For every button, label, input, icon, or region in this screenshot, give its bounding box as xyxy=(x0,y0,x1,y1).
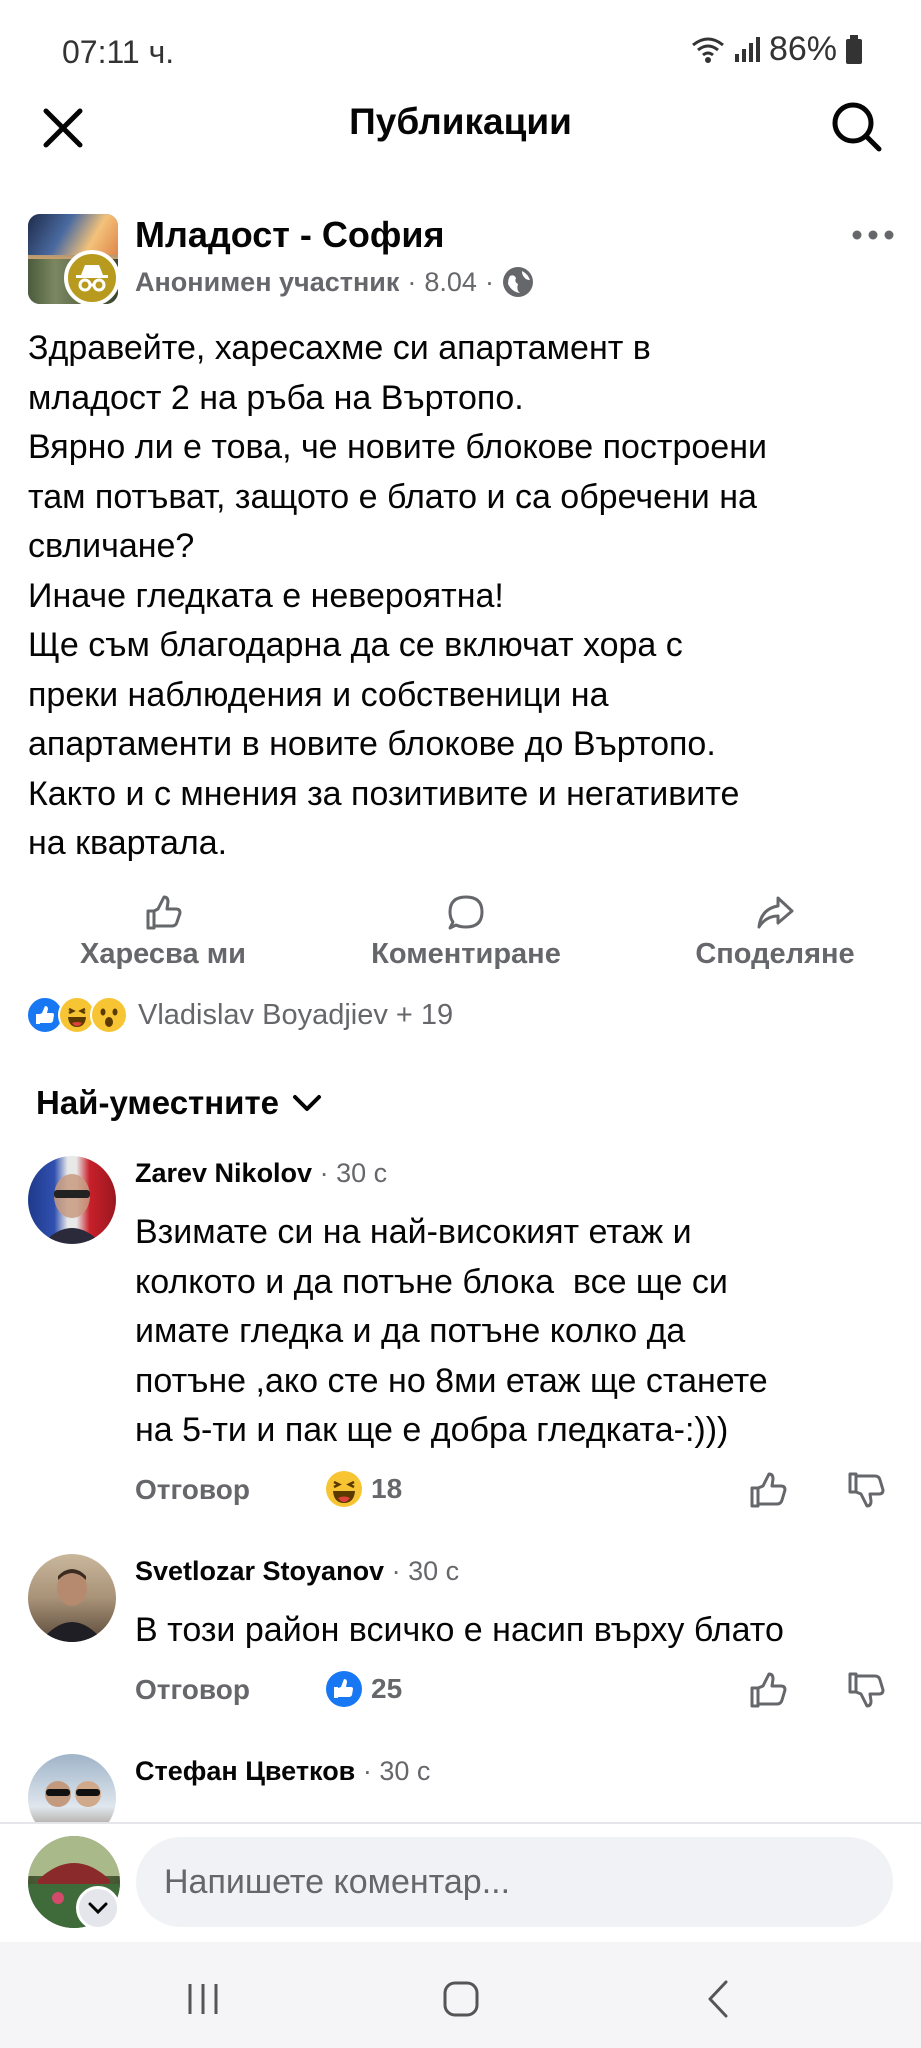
comment-bubble-icon xyxy=(448,895,484,930)
top-bar: Публикации xyxy=(0,95,921,157)
reply-button[interactable]: Отговор xyxy=(135,1674,250,1706)
share-arrow-icon xyxy=(757,896,794,929)
post-line: Ще съм благодарна да се включат хора с xyxy=(28,626,683,664)
anonymous-member-icon xyxy=(64,250,120,306)
upvote-icon[interactable] xyxy=(748,1670,788,1710)
account-switch-chevron[interactable] xyxy=(76,1886,120,1930)
comment-line: Взимате си на най-високият етаж и xyxy=(135,1213,692,1251)
downvote-icon[interactable] xyxy=(846,1670,886,1710)
post-header: Младост - София Анонимен участник · 8.04… xyxy=(28,214,898,310)
comment-text: Взимате си на най-високият етаж и колкот… xyxy=(135,1208,905,1456)
downvote-icon[interactable] xyxy=(846,1470,886,1510)
comment-author-name: Svetlozar Stoyanov xyxy=(135,1556,385,1586)
page-title: Публикации xyxy=(349,101,572,142)
avatar[interactable] xyxy=(28,1554,116,1642)
comment-composer: Напишете коментар... xyxy=(0,1824,921,1942)
post-line: Иначе гледката е невероятна! xyxy=(28,576,504,615)
more-options-icon[interactable] xyxy=(848,220,898,250)
comment-time: · 30 с xyxy=(319,1158,388,1188)
comment-item: Zarev Nikolov · 30 с Взимате си на най-в… xyxy=(0,1156,921,1516)
like-button[interactable]: Харесва ми xyxy=(58,894,268,971)
back-icon[interactable] xyxy=(694,1974,744,2024)
like-reaction-icon xyxy=(326,1671,362,1707)
comment-author[interactable]: Zarev Nikolov · 30 с xyxy=(135,1158,387,1189)
avatar[interactable] xyxy=(28,1754,116,1822)
battery-icon xyxy=(846,34,862,64)
comment-author[interactable]: Стефан Цветков · 30 с xyxy=(135,1756,430,1787)
share-button[interactable]: Споделяне xyxy=(680,894,870,971)
comment-sort-dropdown[interactable]: Най-уместните xyxy=(36,1084,323,1122)
post-line: Както и с мнения за позитивите и негатив… xyxy=(28,774,740,813)
post-actions: Харесва ми Коментиране Споделяне xyxy=(0,894,921,974)
comment-time-value: 30 с xyxy=(336,1158,388,1188)
search-icon[interactable] xyxy=(829,99,885,155)
status-bar: 07:11 ч. 86% xyxy=(0,0,921,100)
reaction-count: 18 xyxy=(371,1473,403,1504)
share-label: Споделяне xyxy=(695,938,855,970)
home-icon[interactable] xyxy=(436,1974,486,2024)
sort-label: Най-уместните xyxy=(36,1084,279,1121)
chevron-down-icon xyxy=(88,1902,108,1915)
reaction-count: 25 xyxy=(371,1673,403,1704)
comment-author[interactable]: Svetlozar Stoyanov · 30 с xyxy=(135,1556,459,1587)
post-author: Анонимен участник xyxy=(135,266,400,297)
comment-line: колкото и да потъне блока все ще си xyxy=(135,1262,728,1301)
chevron-down-icon xyxy=(292,1095,321,1111)
signal-icon xyxy=(734,36,760,62)
comment-reactions[interactable]: 18 xyxy=(325,1470,402,1508)
haha-reaction-icon xyxy=(326,1471,362,1507)
comment-line: потъне ,ако сте но 8ми етаж ще станете xyxy=(135,1361,768,1400)
comment-line: имате гледка и да потъне колко да xyxy=(135,1312,686,1350)
post-line: там потъват, защото е блато и са обречен… xyxy=(28,477,757,516)
reactions-summary[interactable]: Vladislav Boyadjiev + 19 xyxy=(26,995,453,1035)
meta-separator: · xyxy=(484,266,494,297)
comment-time: · 30 с xyxy=(391,1556,460,1586)
reactors-text: Vladislav Boyadjiev + 19 xyxy=(138,998,454,1031)
comment-text: В този район всичко е насип върху блато xyxy=(135,1606,905,1656)
comment-author-name: Zarev Nikolov xyxy=(135,1158,313,1188)
comment-item: Svetlozar Stoyanov · 30 с В този район в… xyxy=(0,1554,921,1714)
status-icons: 86% xyxy=(691,30,863,69)
post-line: младост 2 на ръба на Въртопо. xyxy=(28,378,524,417)
post-line: преки наблюдения и собственици на xyxy=(28,675,609,714)
comment-line: на 5-ти и пак ще е добра гледката-:))) xyxy=(135,1411,729,1449)
recent-apps-icon[interactable] xyxy=(178,1974,228,2024)
thumbs-up-icon xyxy=(146,895,182,930)
post-line: Здравейте, харесахме си апартамент в xyxy=(28,329,651,367)
post-date[interactable]: 8.04 xyxy=(424,267,477,298)
like-label: Харесва ми xyxy=(80,938,246,970)
post-meta: Анонимен участник · 8.04 · xyxy=(135,266,534,298)
avatar[interactable] xyxy=(28,1156,116,1244)
comment-button[interactable]: Коментиране xyxy=(356,894,576,971)
comment-label: Коментиране xyxy=(371,938,561,970)
post-line: апартаменти в новите блокове до Въртопо. xyxy=(28,725,716,763)
battery-percent: 86% xyxy=(768,30,837,68)
wifi-icon xyxy=(692,37,724,63)
group-name[interactable]: Младост - София xyxy=(135,214,445,256)
comment-reactions[interactable]: 25 xyxy=(325,1670,402,1708)
system-navigation-bar xyxy=(0,1942,921,2048)
reply-button[interactable]: Отговор xyxy=(135,1474,250,1506)
post-body: Здравейте, харесахме си апартамент в мла… xyxy=(28,324,898,869)
post-line: Вярно ли е това, че новите блокове постр… xyxy=(28,428,767,466)
comment-time: · 30 с xyxy=(362,1756,431,1786)
post-line: на квартала. xyxy=(28,824,228,862)
status-time: 07:11 ч. xyxy=(62,34,175,70)
upvote-icon[interactable] xyxy=(748,1470,788,1510)
meta-separator: · xyxy=(407,266,417,297)
wow-reaction-icon xyxy=(90,996,128,1034)
comment-time-value: 30 с xyxy=(408,1556,460,1586)
comment-item: Стефан Цветков · 30 с xyxy=(0,1754,921,1822)
post-line: свличане? xyxy=(28,527,195,565)
comment-time-value: 30 с xyxy=(379,1756,431,1786)
comment-input[interactable]: Напишете коментар... xyxy=(136,1837,893,1927)
comment-line: В този район всичко е насип върху блато xyxy=(135,1611,784,1649)
globe-icon xyxy=(502,267,533,297)
comment-author-name: Стефан Цветков xyxy=(135,1756,356,1786)
